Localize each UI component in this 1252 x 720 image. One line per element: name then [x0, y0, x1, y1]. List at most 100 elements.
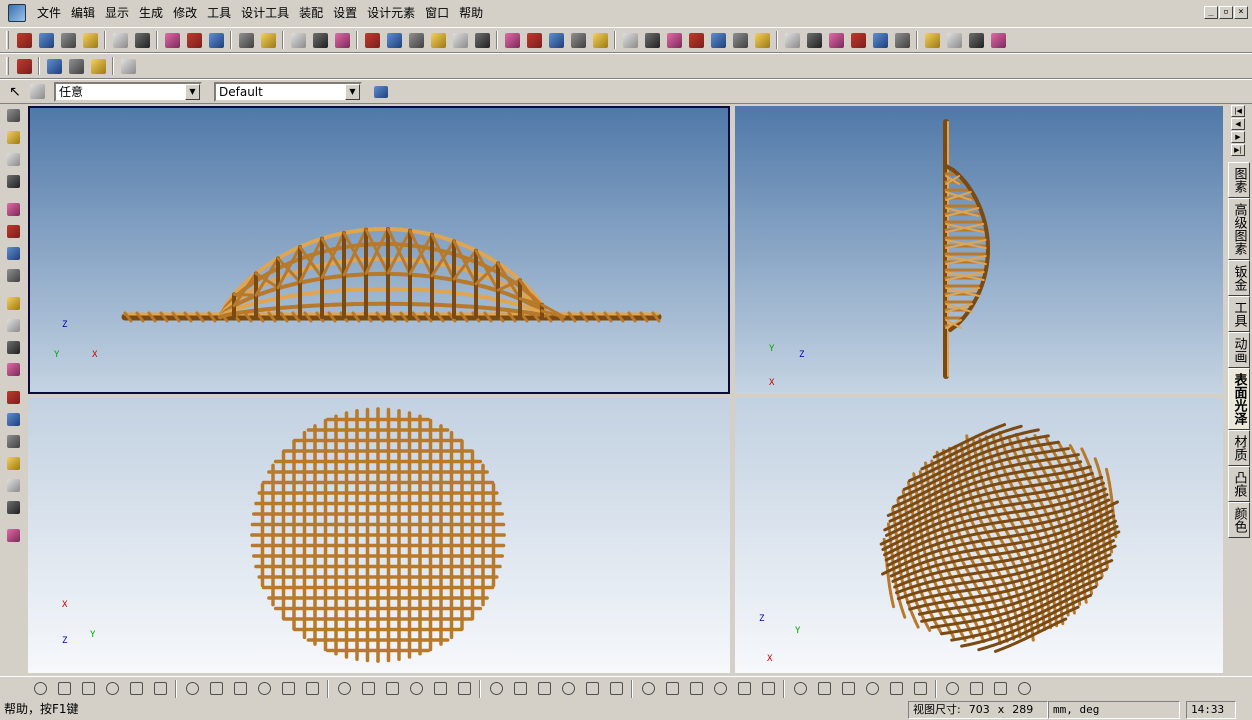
view-button[interactable] [921, 29, 943, 51]
bottom-tool-button[interactable] [76, 678, 100, 700]
menu-2[interactable]: 显示 [100, 3, 134, 23]
layout-button[interactable] [43, 55, 65, 77]
bottom-tool-button[interactable] [52, 678, 76, 700]
spin-button[interactable] [1, 170, 25, 192]
bottom-tool-button[interactable] [532, 678, 556, 700]
snapshot-button[interactable] [1, 336, 25, 358]
tab-5[interactable]: 表面光泽 [1228, 368, 1250, 430]
bottom-tool-button[interactable] [860, 678, 884, 700]
camera-button[interactable] [1, 314, 25, 336]
bottom-tool-button[interactable] [556, 678, 580, 700]
tab-6[interactable]: 材质 [1228, 430, 1250, 466]
bottom-tool-button[interactable] [148, 678, 172, 700]
chevron-down-icon[interactable]: ▼ [185, 83, 200, 100]
save-button[interactable] [79, 29, 101, 51]
bottom-tool-button[interactable] [300, 678, 324, 700]
bottom-tool-button[interactable] [124, 678, 148, 700]
extrude-button[interactable] [361, 29, 383, 51]
tab-7[interactable]: 凸痕 [1228, 466, 1250, 502]
measure-button[interactable] [1, 524, 25, 546]
bottom-tool-button[interactable] [660, 678, 684, 700]
undo-button[interactable] [109, 29, 131, 51]
revolve-button[interactable] [383, 29, 405, 51]
move-button[interactable] [13, 55, 35, 77]
zoom-button[interactable] [943, 29, 965, 51]
merge-button[interactable] [803, 29, 825, 51]
tool-button[interactable] [117, 55, 139, 77]
curve-button[interactable] [567, 29, 589, 51]
help-button[interactable] [257, 29, 279, 51]
open-recent-button[interactable] [35, 29, 57, 51]
tab-4[interactable]: 动画 [1228, 332, 1250, 368]
rotate-button[interactable] [1, 126, 25, 148]
chamfer-button[interactable] [663, 29, 685, 51]
bottom-tool-button[interactable] [812, 678, 836, 700]
app-icon[interactable] [8, 4, 26, 22]
axis-button[interactable] [501, 29, 523, 51]
tab-8[interactable]: 颜色 [1228, 502, 1250, 538]
bottom-tool-button[interactable] [788, 678, 812, 700]
bottom-tool-button[interactable] [964, 678, 988, 700]
filter-select[interactable]: 任意 ▼ [54, 81, 202, 102]
bottom-tool-button[interactable] [204, 678, 228, 700]
refit-button[interactable] [1, 242, 25, 264]
menu-0[interactable]: 文件 [32, 3, 66, 23]
bottom-tool-button[interactable] [484, 678, 508, 700]
pattern-button[interactable] [751, 29, 773, 51]
menu-1[interactable]: 编辑 [66, 3, 100, 23]
first-page-button[interactable]: |◀ [1231, 105, 1245, 117]
chevron-down-icon[interactable]: ▼ [345, 83, 360, 100]
pan-button[interactable] [1, 148, 25, 170]
shade-button[interactable] [309, 29, 331, 51]
trim-button[interactable] [825, 29, 847, 51]
offset-button[interactable] [847, 29, 869, 51]
bottom-tool-button[interactable] [332, 678, 356, 700]
rib-button[interactable] [707, 29, 729, 51]
menu-3[interactable]: 生成 [134, 3, 168, 23]
bottom-tool-button[interactable] [180, 678, 204, 700]
mirror-button[interactable] [781, 29, 803, 51]
bottom-tool-button[interactable] [708, 678, 732, 700]
edit-button[interactable] [1, 358, 25, 380]
bottom-tool-button[interactable] [1012, 678, 1036, 700]
restore-button[interactable]: ▫ [1219, 6, 1233, 19]
bottom-tool-button[interactable] [380, 678, 404, 700]
bottom-tool-button[interactable] [428, 678, 452, 700]
bottom-tool-button[interactable] [252, 678, 276, 700]
prev-page-button[interactable]: ◀ [1231, 118, 1245, 130]
zoom-button[interactable] [1, 198, 25, 220]
solid-button[interactable] [331, 29, 353, 51]
bottom-tool-button[interactable] [28, 678, 52, 700]
plane-button[interactable] [471, 29, 493, 51]
menu-5[interactable]: 工具 [202, 3, 236, 23]
viewport-side[interactable]: Y Z X [735, 106, 1223, 394]
extrude-button[interactable] [1, 386, 25, 408]
select-box-button[interactable] [26, 81, 48, 103]
menu-4[interactable]: 修改 [168, 3, 202, 23]
menu-10[interactable]: 窗口 [420, 3, 454, 23]
layout2-button[interactable] [65, 55, 87, 77]
bottom-tool-button[interactable] [732, 678, 756, 700]
bottom-tool-button[interactable] [756, 678, 780, 700]
move-view-button[interactable] [1, 104, 25, 126]
bottom-tool-button[interactable] [684, 678, 708, 700]
menu-8[interactable]: 设置 [328, 3, 362, 23]
bottom-tool-button[interactable] [580, 678, 604, 700]
view-button[interactable] [1, 292, 25, 314]
bottom-tool-button[interactable] [276, 678, 300, 700]
point-button[interactable] [523, 29, 545, 51]
tab-0[interactable]: 图素 [1228, 162, 1250, 198]
menu-9[interactable]: 设计元素 [362, 3, 420, 23]
datum-button[interactable] [449, 29, 471, 51]
bottom-tool-button[interactable] [452, 678, 476, 700]
tab-1[interactable]: 高级图素 [1228, 198, 1250, 260]
orient-button[interactable] [965, 29, 987, 51]
layer-button[interactable] [987, 29, 1009, 51]
layout3-button[interactable] [87, 55, 109, 77]
thicken-button[interactable] [869, 29, 891, 51]
bottom-tool-button[interactable] [508, 678, 532, 700]
orient-button[interactable] [1, 264, 25, 286]
draft-button[interactable] [729, 29, 751, 51]
bottom-tool-button[interactable] [356, 678, 380, 700]
render-button[interactable] [1, 496, 25, 518]
